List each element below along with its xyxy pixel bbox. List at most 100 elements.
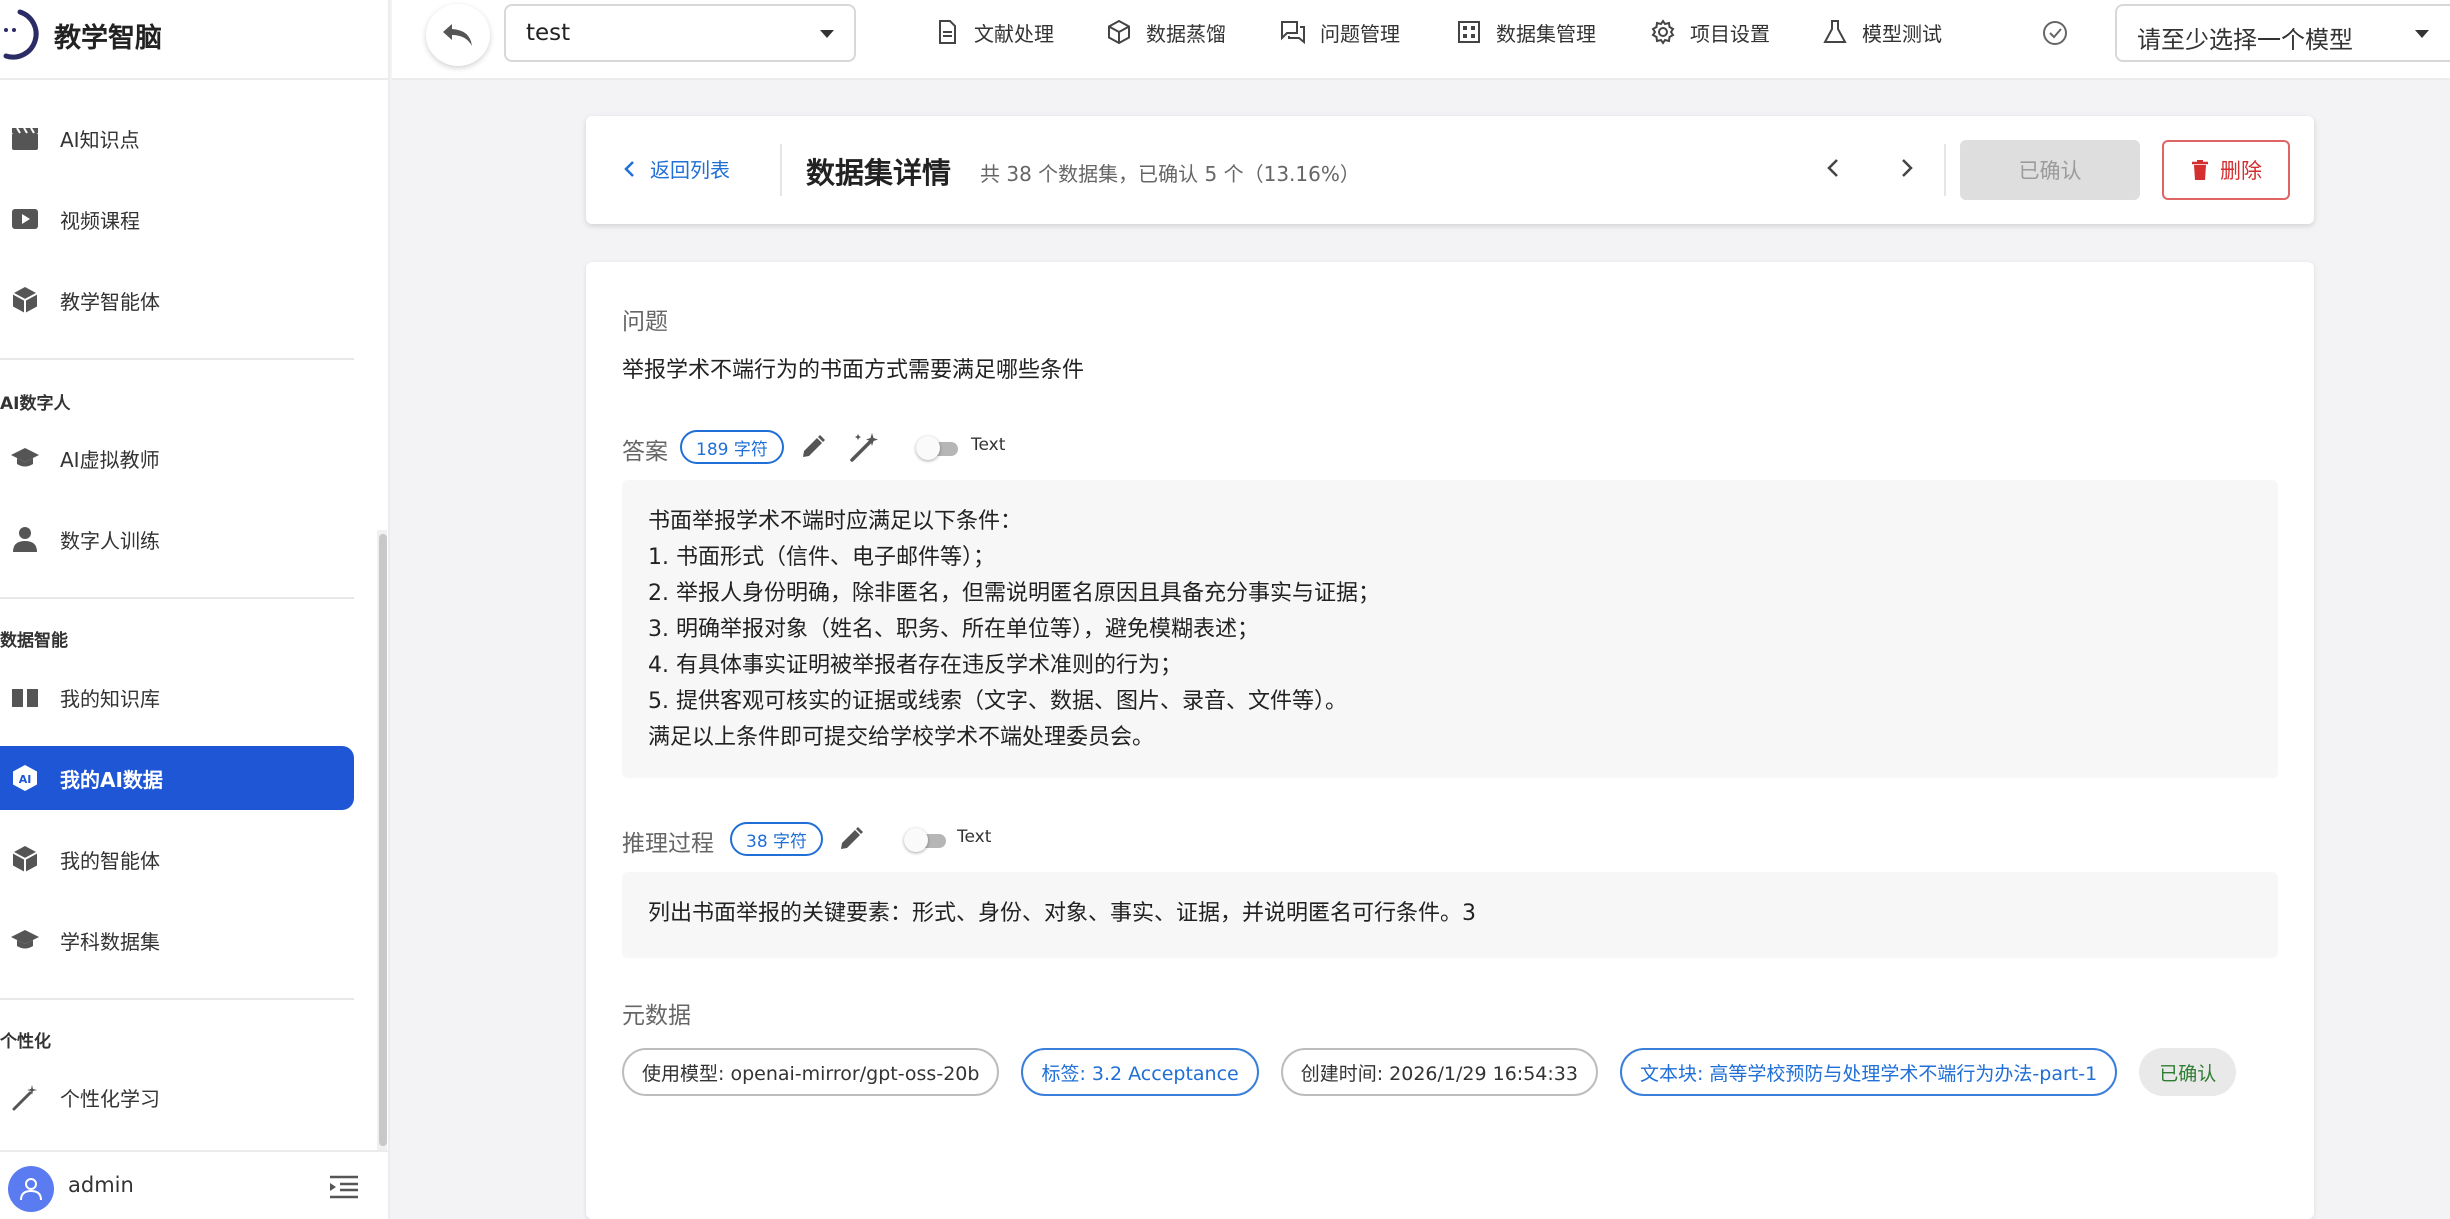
menu-data-distillation[interactable]: 数据蒸馏 bbox=[1106, 14, 1226, 50]
status-badge: 已确认 bbox=[2139, 1048, 2237, 1096]
top-bar: test 文献处理 数据蒸馏 问题管理 数据集管理 项目设置 模型测试 请至少选… bbox=[392, 0, 2450, 80]
sidebar-divider bbox=[0, 597, 354, 599]
clapperboard-icon bbox=[10, 123, 40, 153]
answer-label: 答案 bbox=[622, 439, 668, 465]
sidebar-item-label: 教学智能体 bbox=[60, 289, 160, 314]
undo-button[interactable] bbox=[426, 4, 490, 66]
trash-icon bbox=[2190, 158, 2210, 182]
dataset-detail-content: 问题 举报学术不端行为的书面方式需要满足哪些条件 答案 189 字符 Text … bbox=[586, 262, 2314, 1219]
sidebar-item-label: 我的AI数据 bbox=[60, 767, 163, 792]
edit-answer-icon[interactable] bbox=[798, 432, 828, 462]
sidebar-item-personalized-learning[interactable]: 个性化学习 bbox=[0, 1065, 354, 1129]
cube-icon bbox=[1106, 19, 1132, 45]
sidebar: 教学智脑 AI知识点 视频课程 教学智能体 AI数字人 AI虚拟教师 数字人训练… bbox=[0, 0, 390, 1219]
reasoning-toggle-label: Text bbox=[957, 827, 992, 847]
answer-line: 5. 提供客观可核实的证据或线索（文字、数据、图片、录音、文件等）。 bbox=[648, 689, 1347, 714]
sidebar-item-label: 我的知识库 bbox=[60, 686, 160, 711]
menu-label: 项目设置 bbox=[1690, 21, 1770, 46]
document-icon bbox=[934, 19, 960, 45]
magic-wand-icon[interactable] bbox=[848, 430, 882, 464]
sidebar-item-video-courses[interactable]: 视频课程 bbox=[0, 187, 354, 251]
created-time-chip: 创建时间: 2026/1/29 16:54:33 bbox=[1280, 1048, 1598, 1096]
answer-line: 1. 书面形式（信件、电子邮件等）； bbox=[648, 545, 995, 570]
confirmed-button[interactable]: 已确认 bbox=[1960, 140, 2140, 200]
menu-label: 文献处理 bbox=[974, 21, 1054, 46]
back-to-list-label: 返回列表 bbox=[650, 158, 730, 182]
answer-line: 3. 明确举报对象（姓名、职务、所在单位等），避免模糊表述； bbox=[648, 617, 1259, 642]
sidebar-item-ai-knowledge[interactable]: AI知识点 bbox=[0, 106, 354, 170]
menu-label: 模型测试 bbox=[1862, 21, 1942, 46]
grid-icon bbox=[1456, 19, 1482, 45]
model-select-placeholder: 请至少选择一个模型 bbox=[2137, 26, 2353, 54]
header-divider bbox=[1944, 144, 1946, 196]
menu-label: 问题管理 bbox=[1320, 21, 1400, 46]
delete-button-label: 删除 bbox=[2220, 159, 2262, 183]
sidebar-divider bbox=[0, 998, 354, 1000]
sidebar-item-digital-human-training[interactable]: 数字人训练 bbox=[0, 507, 354, 571]
sidebar-scrollbar-thumb[interactable] bbox=[379, 534, 387, 1146]
sidebar-item-my-agents[interactable]: 我的智能体 bbox=[0, 827, 354, 891]
graduation-cap-icon bbox=[10, 443, 40, 473]
brand-logo-icon bbox=[0, 4, 42, 64]
back-to-list-link[interactable]: 返回列表 bbox=[622, 154, 730, 183]
menu-project-settings[interactable]: 项目设置 bbox=[1650, 14, 1770, 50]
chat-icon bbox=[1280, 19, 1306, 45]
edit-reasoning-icon[interactable] bbox=[836, 824, 866, 854]
hexagon-box-icon bbox=[10, 285, 40, 315]
sidebar-divider bbox=[0, 358, 354, 360]
menu-literature-processing[interactable]: 文献处理 bbox=[934, 14, 1054, 50]
check-circle-icon[interactable] bbox=[2040, 18, 2070, 48]
sidebar-item-my-knowledge-base[interactable]: 我的知识库 bbox=[0, 665, 354, 729]
dataset-detail-header: 返回列表 数据集详情 共 38 个数据集，已确认 5 个（13.16%） 已确认… bbox=[586, 116, 2314, 224]
next-dataset-button[interactable] bbox=[1894, 154, 1918, 182]
menu-model-testing[interactable]: 模型测试 bbox=[1822, 14, 1942, 50]
menu-question-management[interactable]: 问题管理 bbox=[1280, 14, 1400, 50]
gear-icon bbox=[1650, 19, 1676, 45]
sidebar-item-label: AI知识点 bbox=[60, 127, 140, 152]
metadata-chips: 使用模型: openai-mirror/gpt-oss-20b 标签: 3.2 … bbox=[622, 1048, 2258, 1096]
sidebar-item-subject-datasets[interactable]: 学科数据集 bbox=[0, 908, 354, 972]
sidebar-item-label: 个性化学习 bbox=[60, 1086, 160, 1111]
sidebar-item-label: 我的智能体 bbox=[60, 848, 160, 873]
answer-line: 满足以上条件即可提交给学校学术不端处理委员会。 bbox=[648, 725, 1155, 750]
previous-dataset-button[interactable] bbox=[1822, 154, 1846, 182]
magic-wand-icon bbox=[10, 1082, 40, 1112]
open-book-icon bbox=[10, 682, 40, 712]
undo-arrow-icon bbox=[440, 20, 476, 50]
menu-label: 数据蒸馏 bbox=[1146, 21, 1226, 46]
sidebar-item-ai-virtual-teacher[interactable]: AI虚拟教师 bbox=[0, 426, 354, 490]
reasoning-label: 推理过程 bbox=[622, 831, 714, 857]
model-select[interactable]: 请至少选择一个模型 bbox=[2115, 4, 2450, 62]
answer-text-toggle[interactable] bbox=[916, 436, 960, 460]
section-title-digital-human: AI数字人 bbox=[0, 394, 71, 414]
flask-icon bbox=[1822, 19, 1848, 45]
answer-line: 书面举报学术不端时应满足以下条件： bbox=[648, 509, 1023, 534]
reasoning-char-count: 38 字符 bbox=[730, 822, 824, 856]
sidebar-item-teaching-agent[interactable]: 教学智能体 bbox=[0, 268, 354, 332]
delete-button[interactable]: 删除 bbox=[2162, 140, 2290, 200]
chevron-left-icon bbox=[622, 159, 636, 179]
person-icon bbox=[10, 524, 40, 554]
caret-down-icon bbox=[2413, 28, 2431, 40]
brand-title: 教学智脑 bbox=[54, 23, 162, 54]
header-divider bbox=[780, 144, 782, 196]
sidebar-item-label: 学科数据集 bbox=[60, 929, 160, 954]
sidebar-collapse-icon[interactable] bbox=[328, 1174, 360, 1200]
answer-text-block: 书面举报学术不端时应满足以下条件： 1. 书面形式（信件、电子邮件等）； 2. … bbox=[622, 480, 2278, 778]
section-title-data-intelligence: 数据智能 bbox=[0, 631, 68, 651]
sidebar-item-my-ai-data[interactable]: AI 我的AI数据 bbox=[0, 746, 354, 810]
avatar[interactable] bbox=[8, 1166, 54, 1212]
answer-line: 4. 有具体事实证明被举报者存在违反学术准则的行为； bbox=[648, 653, 1182, 678]
answer-toggle-label: Text bbox=[971, 435, 1006, 455]
sidebar-item-label: 数字人训练 bbox=[60, 528, 160, 553]
reasoning-text-toggle[interactable] bbox=[904, 828, 948, 852]
sidebar-item-label: 视频课程 bbox=[60, 208, 140, 233]
section-title-personalization: 个性化 bbox=[0, 1032, 51, 1052]
text-chunk-chip[interactable]: 文本块: 高等学校预防与处理学术不端行为办法-part-1 bbox=[1619, 1048, 2118, 1096]
tag-chip[interactable]: 标签: 3.2 Acceptance bbox=[1021, 1048, 1259, 1096]
question-text: 举报学术不端行为的书面方式需要满足哪些条件 bbox=[622, 358, 1085, 383]
project-select[interactable]: test bbox=[504, 4, 856, 62]
video-play-icon bbox=[10, 204, 40, 234]
menu-dataset-management[interactable]: 数据集管理 bbox=[1456, 14, 1596, 50]
svg-text:AI: AI bbox=[19, 773, 32, 786]
